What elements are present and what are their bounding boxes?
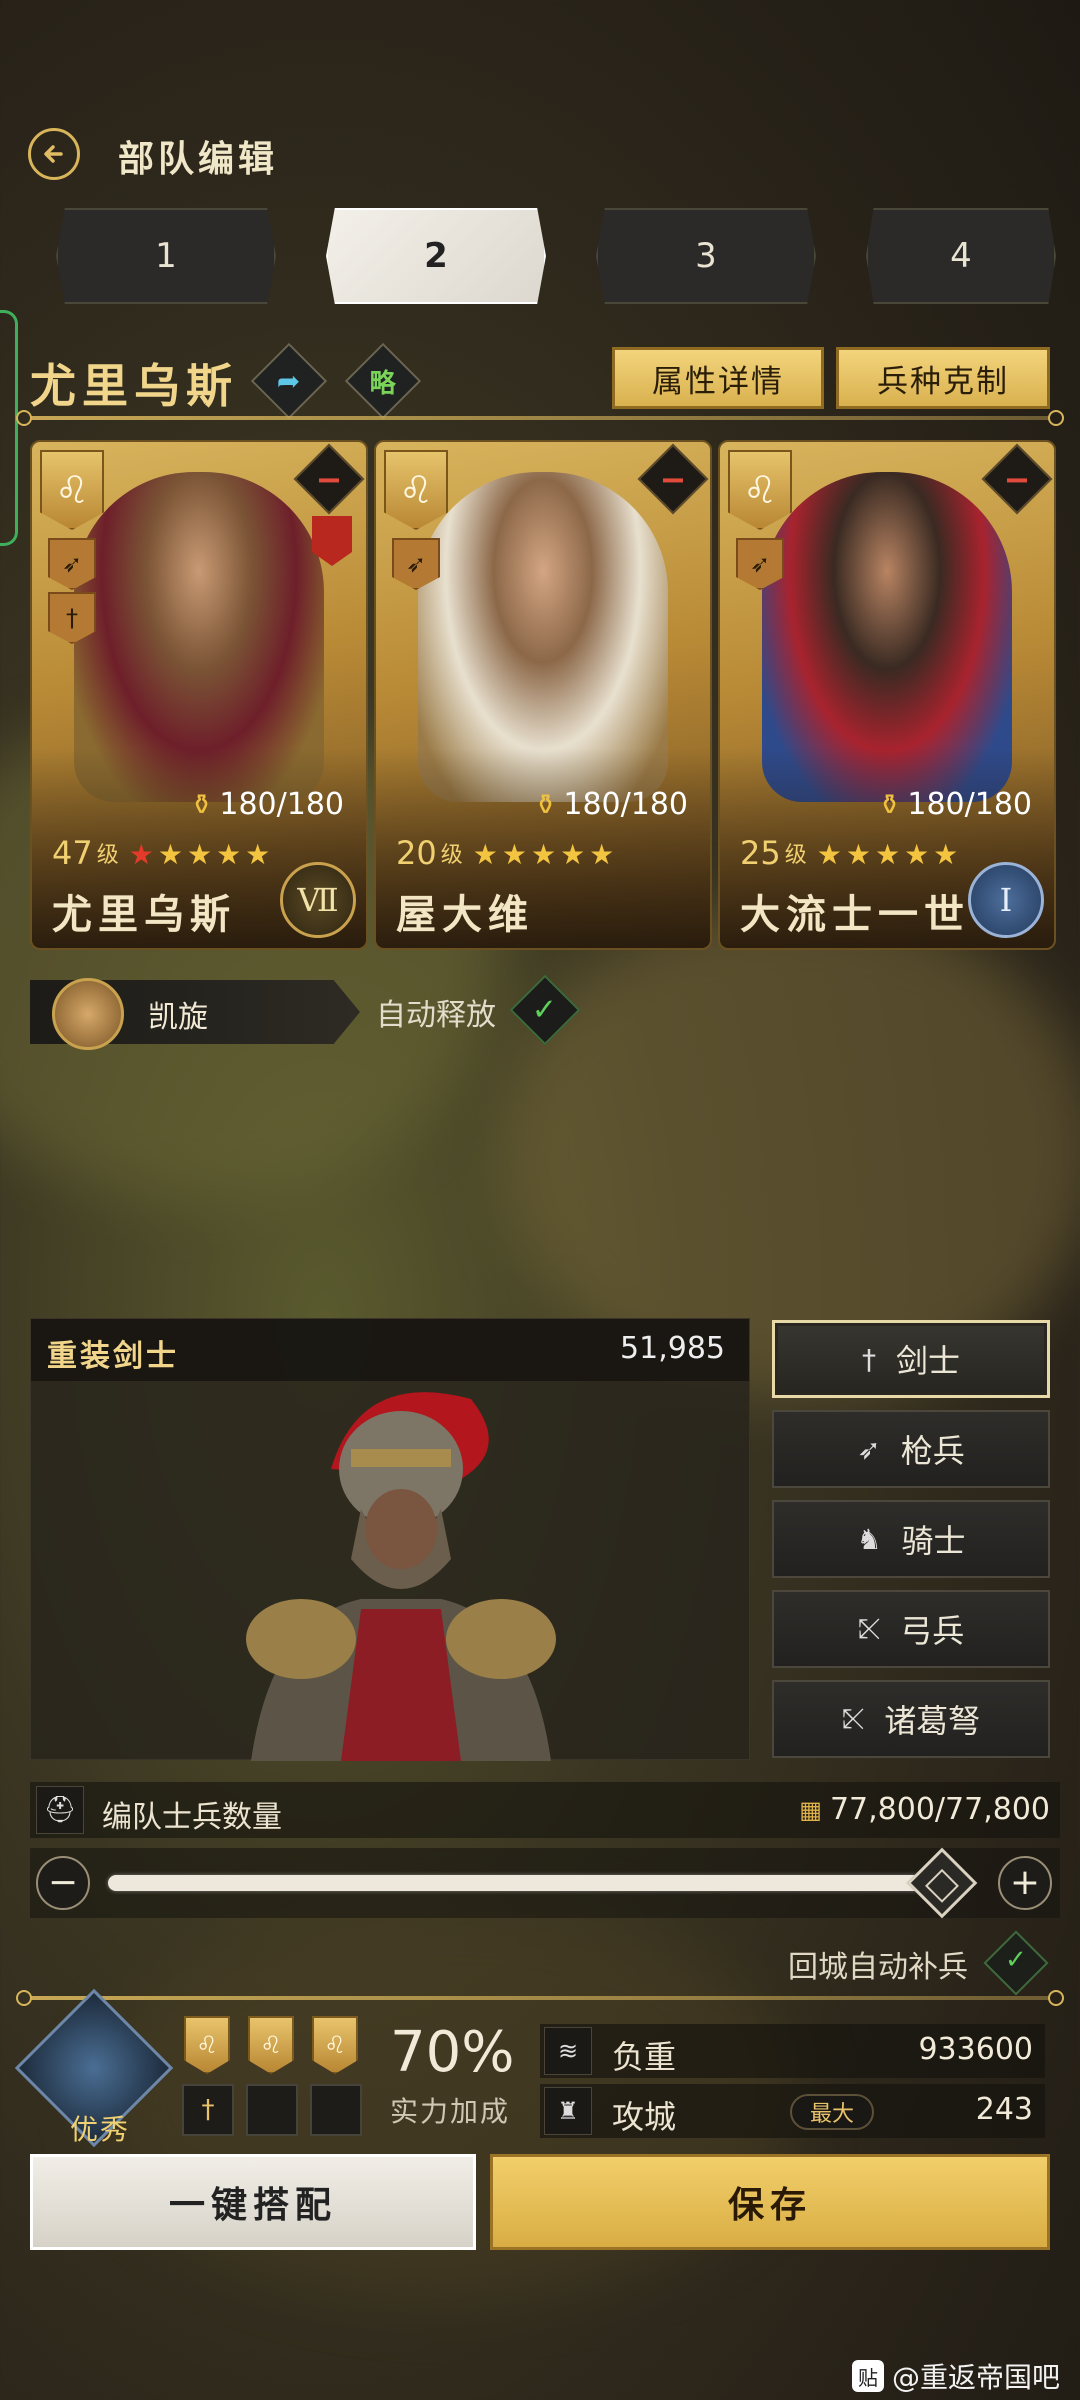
attribute-details-button[interactable]: 属性详情 [612,347,824,409]
save-button[interactable]: 保存 [490,2154,1050,2250]
tab-4[interactable]: 4 [866,208,1056,304]
check-icon: ✓ [531,992,557,1028]
auto-release-label: 自动释放 [376,998,496,1033]
unit-type-archer[interactable]: ⤪ 弓兵 [772,1590,1050,1668]
star-rating: ★ ★ ★ ★ ★ [816,838,959,871]
increase-button[interactable]: + [998,1856,1052,1910]
hero-name: 屋大维 [396,891,534,938]
hero-card-1[interactable]: ♌ ➶ † ⚱ 180/180 47 级 ★ ★ ★ ★ ★ 尤里乌斯 Ⅶ [30,440,368,950]
grade-label: 优秀 [70,2113,131,2146]
empty-slot [246,2084,298,2136]
back-arrow-icon [44,145,63,163]
sword-slot-icon: † [182,2084,234,2136]
lion-badge-icon: ♌ [384,450,448,530]
horse-icon: ♞ [856,1522,882,1556]
soldier-slider-track[interactable] [108,1875,962,1891]
hero-level: 47 [52,834,93,872]
hero-name: 尤里乌斯 [52,891,236,938]
unit-type-knight[interactable]: ♞ 骑士 [772,1500,1050,1578]
share-button[interactable]: ➦ [250,342,328,420]
back-button[interactable] [28,128,80,180]
divider [16,410,1064,426]
skill-name: 凯旋 [148,1000,208,1035]
stamina-icon: ⚱ [877,788,902,821]
sword-icon: † [861,1342,876,1376]
troop-preview-panel: 重装剑士 51,985 [30,1318,750,1761]
commander-skill-icon[interactable] [52,978,124,1050]
decrease-button[interactable]: − [36,1856,90,1910]
soldier-slider-thumb[interactable] [906,1847,978,1919]
calculator-icon: ▦ [799,1795,822,1824]
max-tag: 最大 [790,2094,874,2130]
lion-badge-icon: ♌ [40,450,104,530]
tieba-logo-icon: 贴 [852,2360,884,2392]
lion-badge-icon: ♌ [728,450,792,530]
unit-type-crossbow[interactable]: ⤪ 诸葛弩 [772,1680,1050,1758]
auto-refill-label: 回城自动补兵 [788,1950,968,1985]
strength-bonus-label: 实力加成 [390,2095,511,2128]
stamina-icon: ⚱ [533,788,558,821]
check-icon: ✓ [1005,1945,1027,1976]
hero-level: 25 [740,834,781,872]
unit-type-spearman[interactable]: ➶ 枪兵 [772,1410,1050,1488]
tab-3[interactable]: 3 [596,208,816,304]
rank-badge: I [968,862,1044,938]
strategy-button[interactable]: 略 [344,342,422,420]
strength-bonus-percent: 70% [390,2020,515,2085]
spear-icon: ➶ [857,1432,881,1466]
divider [16,1990,1064,2006]
share-icon: ➦ [277,364,301,398]
hero-card-3[interactable]: ♌ ➶ ⚱ 180/180 25 级 ★ ★ ★ ★ ★ 大流士一世 I [718,440,1056,950]
star-rating: ★ ★ ★ ★ ★ [472,838,615,871]
watermark: 贴 @重返帝国吧 [852,2356,1060,2396]
strategy-label: 略 [369,368,397,399]
team-name: 尤里乌斯 [30,359,238,413]
soldier-count-value: 77,800/77,800 [829,1792,1050,1827]
load-value: 933600 [918,2032,1033,2067]
empty-slot [310,2084,362,2136]
helmet-icon: ⛑ [36,1786,84,1834]
crossbow-icon: ⤪ [841,1702,865,1735]
unit-type-swordsman[interactable]: † 剑士 [772,1320,1050,1398]
auto-match-button[interactable]: 一键搭配 [30,2154,476,2250]
soldier-slider-row: − + [30,1847,1060,1919]
side-panel-tab[interactable] [0,310,18,546]
layers-icon: ≋ [544,2027,592,2075]
soldier-count-row: ⛑ 编队士兵数量 ▦ 77,800/77,800 [30,1782,1060,1838]
rank-badge: Ⅶ [280,862,356,938]
tab-1[interactable]: 1 [56,208,276,304]
siege-row: ♜ 攻城 最大 243 [540,2084,1045,2138]
troop-power: 51,985 [620,1331,725,1366]
remove-hero-button[interactable] [981,443,1053,515]
siege-value: 243 [975,2092,1033,2127]
tab-2[interactable]: 2 [326,208,546,304]
troop-type: 重装剑士 [47,1339,179,1374]
remove-hero-button[interactable] [293,443,365,515]
auto-refill-toggle[interactable]: ✓ [983,1930,1049,1996]
page-title: 部队编辑 [118,139,279,180]
siege-icon: ♜ [544,2087,592,2135]
soldier-count-label: 编队士兵数量 [102,1800,282,1835]
hero-level: 20 [396,834,437,872]
hero-name: 大流士一世 [740,891,970,938]
load-row: ≋ 负重 933600 [540,2024,1045,2078]
star-rating: ★ ★ ★ ★ ★ [128,838,271,871]
remove-hero-button[interactable] [637,443,709,515]
hero-card-2[interactable]: ♌ ➶ ⚱ 180/180 20 级 ★ ★ ★ ★ ★ 屋大维 [374,440,712,950]
soldier-illustration [246,1392,556,1761]
bow-icon: ⤪ [857,1612,881,1645]
unit-counter-button[interactable]: 兵种克制 [836,347,1050,409]
stamina-icon: ⚱ [189,788,214,821]
